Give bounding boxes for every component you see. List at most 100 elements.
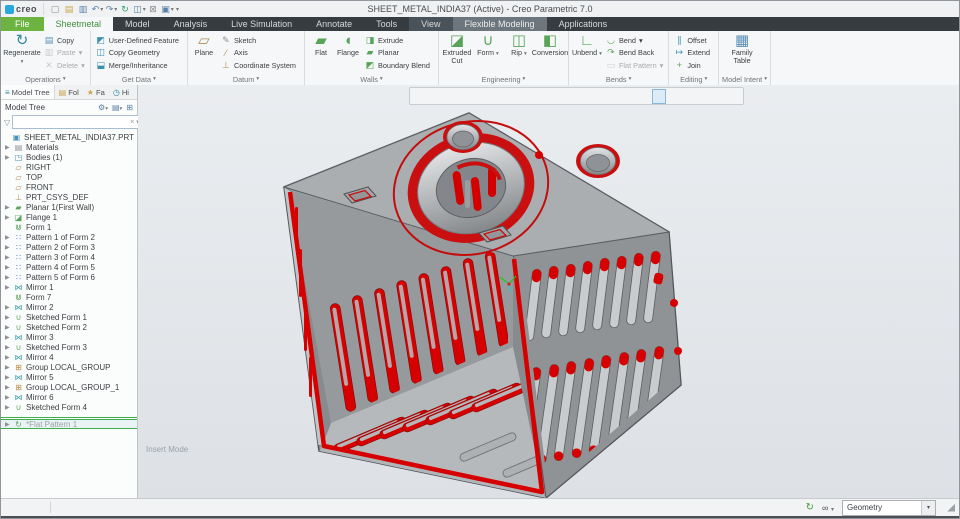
tree-item-form-7[interactable]: ⋓ Form 7 bbox=[1, 292, 137, 302]
tree-item-pattern-4[interactable]: ▶ ∷ Pattern 4 of Form 5 bbox=[1, 262, 137, 272]
expand-arrow-icon[interactable]: ▶ bbox=[5, 374, 11, 381]
plane-button[interactable]: ▱ Plane bbox=[191, 32, 217, 73]
capture-icon[interactable] bbox=[532, 89, 546, 104]
annotation-display-icon[interactable] bbox=[667, 89, 681, 104]
extruded-cut-button[interactable]: ◪ Extruded Cut bbox=[442, 32, 472, 73]
find-icon[interactable]: ∞ ▾ bbox=[822, 503, 834, 513]
expand-arrow-icon[interactable]: ▶ bbox=[5, 344, 11, 351]
expand-arrow-icon[interactable]: ▶ bbox=[5, 364, 11, 371]
user-defined-feature-button[interactable]: ◩ User-Defined Feature bbox=[94, 34, 184, 47]
coordinate-system-button[interactable]: ⊥ Coordinate System bbox=[219, 59, 301, 72]
tree-item-mirror-2[interactable]: ▶ ⋈ Mirror 2 bbox=[1, 302, 137, 312]
tree-item-mirror-4[interactable]: ▶ ⋈ Mirror 4 bbox=[1, 352, 137, 362]
3d-model-sheet-metal-part[interactable] bbox=[138, 85, 959, 498]
close-button[interactable] bbox=[938, 3, 955, 15]
tree-item-flange-1[interactable]: ▶ ◪ Flange 1 bbox=[1, 212, 137, 222]
tree-item-right[interactable]: ▱ RIGHT bbox=[1, 162, 137, 172]
tab-flexible-modeling[interactable]: Flexible Modeling bbox=[452, 17, 547, 31]
tree-item-mirror-5[interactable]: ▶ ⋈ Mirror 5 bbox=[1, 372, 137, 382]
tab-view[interactable]: View bbox=[409, 17, 453, 31]
planar-button[interactable]: ▰ Planar bbox=[363, 47, 435, 60]
web-browser-icon[interactable] bbox=[19, 501, 33, 514]
saved-orientations-icon[interactable] bbox=[502, 89, 516, 104]
regenerate-button[interactable]: ↻ Regenerate ▾ bbox=[3, 32, 41, 73]
simulate-icon[interactable] bbox=[697, 89, 711, 104]
tab-analysis[interactable]: Analysis bbox=[162, 17, 220, 31]
tree-item-mirror-6[interactable]: ▶ ⋈ Mirror 6 bbox=[1, 392, 137, 402]
tree-filters-icon[interactable]: ⚙▾ bbox=[98, 103, 108, 112]
tab-file[interactable]: File bbox=[1, 17, 44, 31]
expand-arrow-icon[interactable]: ▶ bbox=[5, 144, 11, 151]
rip-button[interactable]: ◫ Rip ▾ bbox=[504, 32, 534, 73]
expand-arrow-icon[interactable]: ▶ bbox=[5, 404, 11, 411]
extend-button[interactable]: ↦ Extend bbox=[672, 47, 715, 60]
group-label-datum[interactable]: Datum ▾ bbox=[191, 73, 301, 85]
bend-button[interactable]: ◡ Bend ▾ bbox=[604, 34, 665, 47]
datum-point-display-icon[interactable] bbox=[622, 89, 636, 104]
expand-arrow-icon[interactable]: ▶ bbox=[5, 214, 11, 221]
tree-item-pattern-1[interactable]: ▶ ∷ Pattern 1 of Form 2 bbox=[1, 232, 137, 242]
tree-item-sketched-form-3[interactable]: ▶ ∪ Sketched Form 3 bbox=[1, 342, 137, 352]
copy-geometry-button[interactable]: ◫ Copy Geometry bbox=[94, 47, 184, 60]
expand-arrow-icon[interactable]: ▶ bbox=[5, 354, 11, 361]
merge-inheritance-button[interactable]: ⬓ Merge/Inheritance bbox=[94, 59, 184, 72]
bend-back-button[interactable]: ↷ Bend Back bbox=[604, 47, 665, 60]
panel-tab-folder-browser[interactable]: ▤ Fol bbox=[55, 85, 83, 99]
tree-item-front[interactable]: ▱ FRONT bbox=[1, 182, 137, 192]
windows-button[interactable]: ▣ ▾ bbox=[161, 3, 174, 15]
new-file-button[interactable]: ▢ bbox=[49, 3, 62, 15]
conversion-button[interactable]: ◧ Conversion bbox=[532, 32, 568, 73]
expand-arrow-icon[interactable]: ▶ bbox=[5, 421, 11, 428]
tree-item-pattern-2[interactable]: ▶ ∷ Pattern 2 of Form 3 bbox=[1, 242, 137, 252]
unbend-button[interactable]: ∟ Unbend ▾ bbox=[572, 32, 602, 73]
qat-customize-icon[interactable]: ▾ bbox=[176, 6, 179, 13]
redo-button[interactable]: ↷ ▾ bbox=[105, 3, 118, 15]
boundary-blend-button[interactable]: ◩ Boundary Blend bbox=[363, 59, 435, 72]
family-table-button[interactable]: ▦ Family Table bbox=[722, 32, 762, 73]
pause-icon[interactable] bbox=[712, 89, 726, 104]
close-window-button[interactable]: ⊠ bbox=[147, 3, 160, 15]
display-style-icon[interactable] bbox=[487, 89, 501, 104]
group-label-get-data[interactable]: Get Data ▾ bbox=[94, 73, 184, 85]
exit-icon[interactable] bbox=[727, 89, 741, 104]
chevron-down-icon[interactable]: ▾ bbox=[921, 500, 935, 515]
tab-tools[interactable]: Tools bbox=[364, 17, 409, 31]
tree-item-sketched-form-2[interactable]: ▶ ∪ Sketched Form 2 bbox=[1, 322, 137, 332]
expand-arrow-icon[interactable]: ▶ bbox=[5, 254, 11, 261]
selection-filter-dropdown[interactable]: Geometry ▾ bbox=[842, 499, 936, 516]
shading-icon[interactable] bbox=[472, 89, 486, 104]
tree-item-group-local-group-1[interactable]: ▶ ⊞ Group LOCAL_GROUP_1 bbox=[1, 382, 137, 392]
extrude-button[interactable]: ◨ Extrude bbox=[363, 34, 435, 47]
flange-button[interactable]: ◖ Flange bbox=[335, 32, 361, 73]
expand-arrow-icon[interactable]: ▶ bbox=[5, 314, 11, 321]
undo-button[interactable]: ↶ ▾ bbox=[91, 3, 104, 15]
tree-item-sketched-form-4[interactable]: ▶ ∪ Sketched Form 4 bbox=[1, 402, 137, 412]
tree-item-sketched-form-1[interactable]: ▶ ∪ Sketched Form 1 bbox=[1, 312, 137, 322]
hidden-items-icon[interactable] bbox=[33, 501, 47, 514]
appearance-icon[interactable] bbox=[562, 89, 576, 104]
tree-item-planar-1[interactable]: ▶ ▰ Planar 1(First Wall) bbox=[1, 202, 137, 212]
tree-item-bodies[interactable]: ▶ ◳ Bodies (1) bbox=[1, 152, 137, 162]
offset-button[interactable]: ∥ Offset bbox=[672, 34, 715, 47]
tree-item-group-local-group[interactable]: ▶ ⊞ Group LOCAL_GROUP bbox=[1, 362, 137, 372]
tree-search-input[interactable] bbox=[15, 116, 130, 128]
axis-button[interactable]: ⁄ Axis bbox=[219, 47, 301, 60]
tree-item-form-1[interactable]: ⋓ Form 1 bbox=[1, 222, 137, 232]
graphics-area[interactable]: Insert Mode bbox=[138, 85, 959, 498]
flat-button[interactable]: ▰ Flat bbox=[308, 32, 334, 73]
open-file-button[interactable]: ▤ bbox=[63, 3, 76, 15]
tree-item-pattern-3[interactable]: ▶ ∷ Pattern 3 of Form 4 bbox=[1, 252, 137, 262]
group-label-editing[interactable]: Editing ▾ bbox=[672, 73, 715, 85]
expand-arrow-icon[interactable]: ▶ bbox=[5, 234, 11, 241]
tree-item-prt-csys-def[interactable]: ⊥ PRT_CSYS_DEF bbox=[1, 192, 137, 202]
paste-button[interactable]: ▥ Paste ▾ bbox=[42, 47, 87, 60]
datum-axis-display-icon[interactable] bbox=[607, 89, 621, 104]
tree-item-pattern-5[interactable]: ▶ ∷ Pattern 5 of Form 6 bbox=[1, 272, 137, 282]
group-label-model-intent[interactable]: Model Intent ▾ bbox=[722, 73, 767, 85]
tree-item-materials[interactable]: ▶ ▤ Materials bbox=[1, 142, 137, 152]
group-label-engineering[interactable]: Engineering ▾ bbox=[442, 73, 565, 85]
tab-live-simulation[interactable]: Live Simulation bbox=[219, 17, 304, 31]
form-button[interactable]: ∪ Form ▾ bbox=[473, 32, 503, 73]
group-label-walls[interactable]: Walls ▾ bbox=[308, 73, 435, 85]
regenerate-quick-button[interactable]: ↻ bbox=[119, 3, 132, 15]
